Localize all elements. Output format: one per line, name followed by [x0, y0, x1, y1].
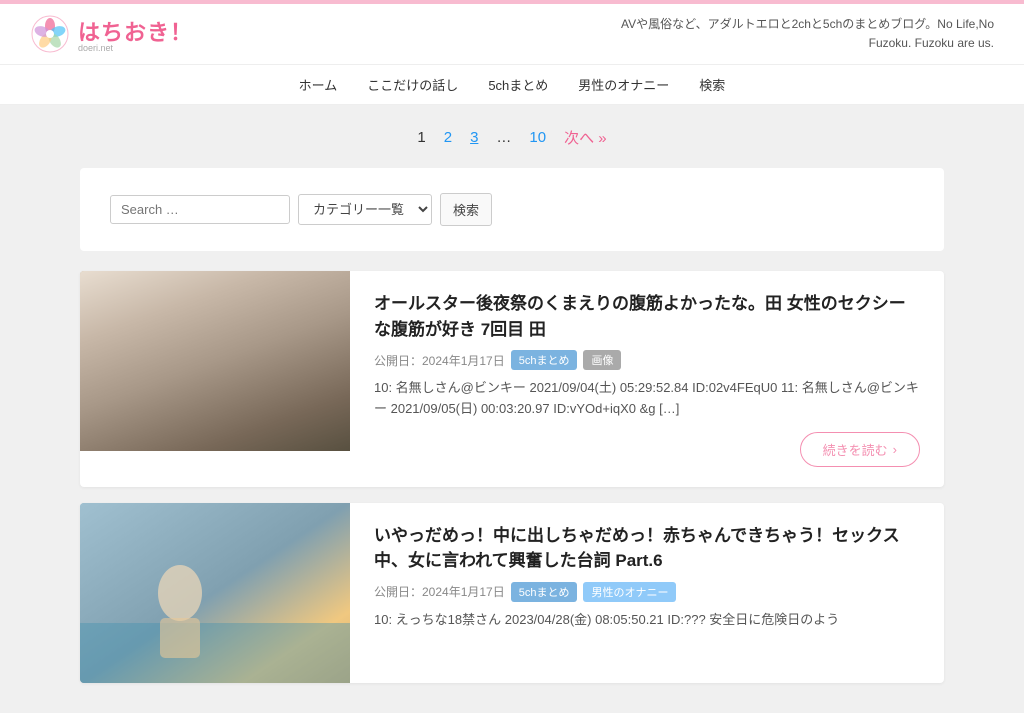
article-body: オールスター後夜祭のくまえりの腹筋よかったな。田 女性のセクシーな腹筋が好き 7… [350, 271, 944, 487]
logo-text: はちおき！ [78, 20, 193, 45]
article-meta: 公開日：2024年1月17日 5chまとめ 男性のオナニー [374, 582, 920, 602]
search-row: カテゴリー一覧 5chまとめ 男性のオナニー ここだけの話し 画像 検索 [110, 193, 914, 226]
nav-male[interactable]: 男性のオナニー [578, 75, 669, 94]
article-thumbnail [80, 271, 350, 451]
article-excerpt: 10: 名無しさん@ビンキー 2021/09/04(土) 05:29:52.84… [374, 378, 920, 420]
nav-home[interactable]: ホーム [299, 75, 338, 94]
thumb-image [80, 271, 350, 451]
article-card: オールスター後夜祭のくまえりの腹筋よかったな。田 女性のセクシーな腹筋が好き 7… [80, 271, 944, 487]
article-title: いやっだめっ！中に出しちゃだめっ！赤ちゃんできちゃう！セックス中、女に言われて興… [374, 523, 920, 574]
nav-5ch[interactable]: 5chまとめ [488, 75, 548, 94]
tag-male: 男性のオナニー [583, 582, 676, 602]
tag-image: 画像 [583, 350, 621, 370]
article-meta: 公開日：2024年1月17日 5chまとめ 画像 [374, 350, 920, 370]
chevron-right-icon: › [893, 442, 897, 457]
search-box-area: カテゴリー一覧 5chまとめ 男性のオナニー ここだけの話し 画像 検索 [80, 168, 944, 251]
main-content: 1 2 3 … 10 次へ » カテゴリー一覧 5chまとめ 男性のオナニー こ… [0, 105, 1024, 713]
article-excerpt: 10: えっちな18禁さん 2023/04/28(金) 08:05:50.21 … [374, 610, 920, 631]
page-2[interactable]: 2 [440, 127, 456, 148]
tag-5ch: 5chまとめ [511, 582, 578, 602]
page-next[interactable]: 次へ » [560, 125, 611, 150]
article-thumbnail [80, 503, 350, 683]
read-more-button[interactable]: 続きを読む › [800, 432, 920, 467]
thumb-image [80, 503, 350, 683]
pagination: 1 2 3 … 10 次へ » [0, 105, 1024, 168]
category-select[interactable]: カテゴリー一覧 5chまとめ 男性のオナニー ここだけの話し 画像 [298, 194, 432, 225]
article-body: いやっだめっ！中に出しちゃだめっ！赤ちゃんできちゃう！セックス中、女に言われて興… [350, 503, 944, 683]
search-button[interactable]: 検索 [440, 193, 492, 226]
header-description: AVや風俗など、アダルトエロと2chと5chのまとめブログ。No Life,No… [621, 15, 994, 53]
article-card: いやっだめっ！中に出しちゃだめっ！赤ちゃんできちゃう！セックス中、女に言われて興… [80, 503, 944, 683]
article-title: オールスター後夜祭のくまえりの腹筋よかったな。田 女性のセクシーな腹筋が好き 7… [374, 291, 920, 342]
page-ellipsis: … [492, 127, 515, 148]
read-more-label: 続きを読む [823, 440, 888, 459]
article-date: 公開日：2024年1月17日 [374, 583, 505, 600]
page-3[interactable]: 3 [466, 127, 482, 148]
articles-list: オールスター後夜祭のくまえりの腹筋よかったな。田 女性のセクシーな腹筋が好き 7… [80, 271, 944, 683]
site-header: はちおき！ doeri.net AVや風俗など、アダルトエロと2chと5chのま… [0, 4, 1024, 65]
article-date: 公開日：2024年1月17日 [374, 352, 505, 369]
logo-area: はちおき！ doeri.net [30, 14, 193, 54]
tag-5ch: 5chまとめ [511, 350, 578, 370]
page-1[interactable]: 1 [413, 127, 429, 148]
nav-kokodake[interactable]: ここだけの話し [367, 75, 458, 94]
page-10[interactable]: 10 [525, 127, 550, 148]
search-input[interactable] [110, 195, 290, 224]
logo-icon [30, 14, 70, 54]
nav-search[interactable]: 検索 [699, 75, 725, 94]
main-nav: ホーム ここだけの話し 5chまとめ 男性のオナニー 検索 [0, 65, 1024, 105]
